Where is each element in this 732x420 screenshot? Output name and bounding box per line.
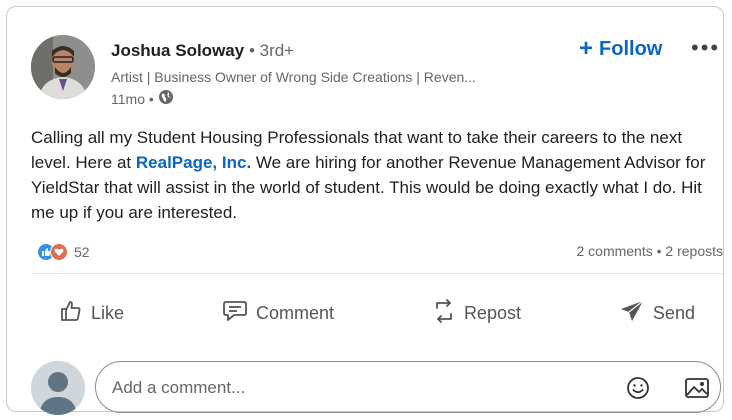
smiley-icon[interactable] [626, 376, 650, 405]
author-name[interactable]: Joshua Soloway [111, 41, 244, 60]
author-headline: Artist | Business Owner of Wrong Side Cr… [111, 69, 476, 85]
post-header: Joshua Soloway • 3rd+ Artist | Business … [31, 33, 721, 113]
post-actions: Like Comment Repost Send [31, 289, 723, 337]
comments-reposts-count[interactable]: 2 comments • 2 reposts [576, 243, 723, 259]
current-user-avatar[interactable] [31, 361, 85, 415]
reactions-count: 52 [74, 244, 90, 260]
follow-button[interactable]: + Follow [579, 35, 662, 63]
post-meta: 11mo • [111, 89, 174, 108]
love-reaction-icon [50, 243, 68, 261]
repost-arrows-icon [432, 298, 456, 329]
image-icon[interactable] [684, 376, 710, 405]
comment-button[interactable]: Comment [194, 289, 362, 337]
send-button[interactable]: Send [591, 289, 723, 337]
post-time: 11mo • [111, 90, 154, 107]
connection-degree: • 3rd+ [248, 41, 295, 60]
follow-label: Follow [599, 37, 663, 60]
divider [31, 273, 723, 274]
send-label: Send [652, 302, 695, 323]
social-counts-bar: 52 2 comments • 2 reposts [31, 243, 723, 263]
comment-box [95, 361, 721, 413]
company-mention-link[interactable]: RealPage, Inc. [136, 153, 251, 172]
plus-icon: + [579, 35, 594, 62]
comment-label: Comment [255, 302, 334, 323]
speech-bubble-icon [222, 299, 248, 328]
thumbs-up-icon [59, 299, 83, 328]
paper-plane-icon [619, 299, 645, 328]
author-avatar[interactable] [31, 35, 95, 99]
globe-icon [158, 89, 174, 108]
like-label: Like [91, 302, 125, 323]
comment-input[interactable] [110, 375, 594, 401]
more-options-button[interactable]: ••• [691, 35, 720, 61]
post-body: Calling all my Student Housing Professio… [31, 125, 721, 225]
repost-label: Repost [463, 302, 521, 323]
repost-button[interactable]: Repost [404, 289, 549, 337]
author-line: Joshua Soloway • 3rd+ [111, 41, 294, 61]
reactions-summary[interactable]: 52 [37, 243, 90, 261]
post-card: Joshua Soloway • 3rd+ Artist | Business … [6, 6, 724, 415]
like-button[interactable]: Like [31, 289, 152, 337]
